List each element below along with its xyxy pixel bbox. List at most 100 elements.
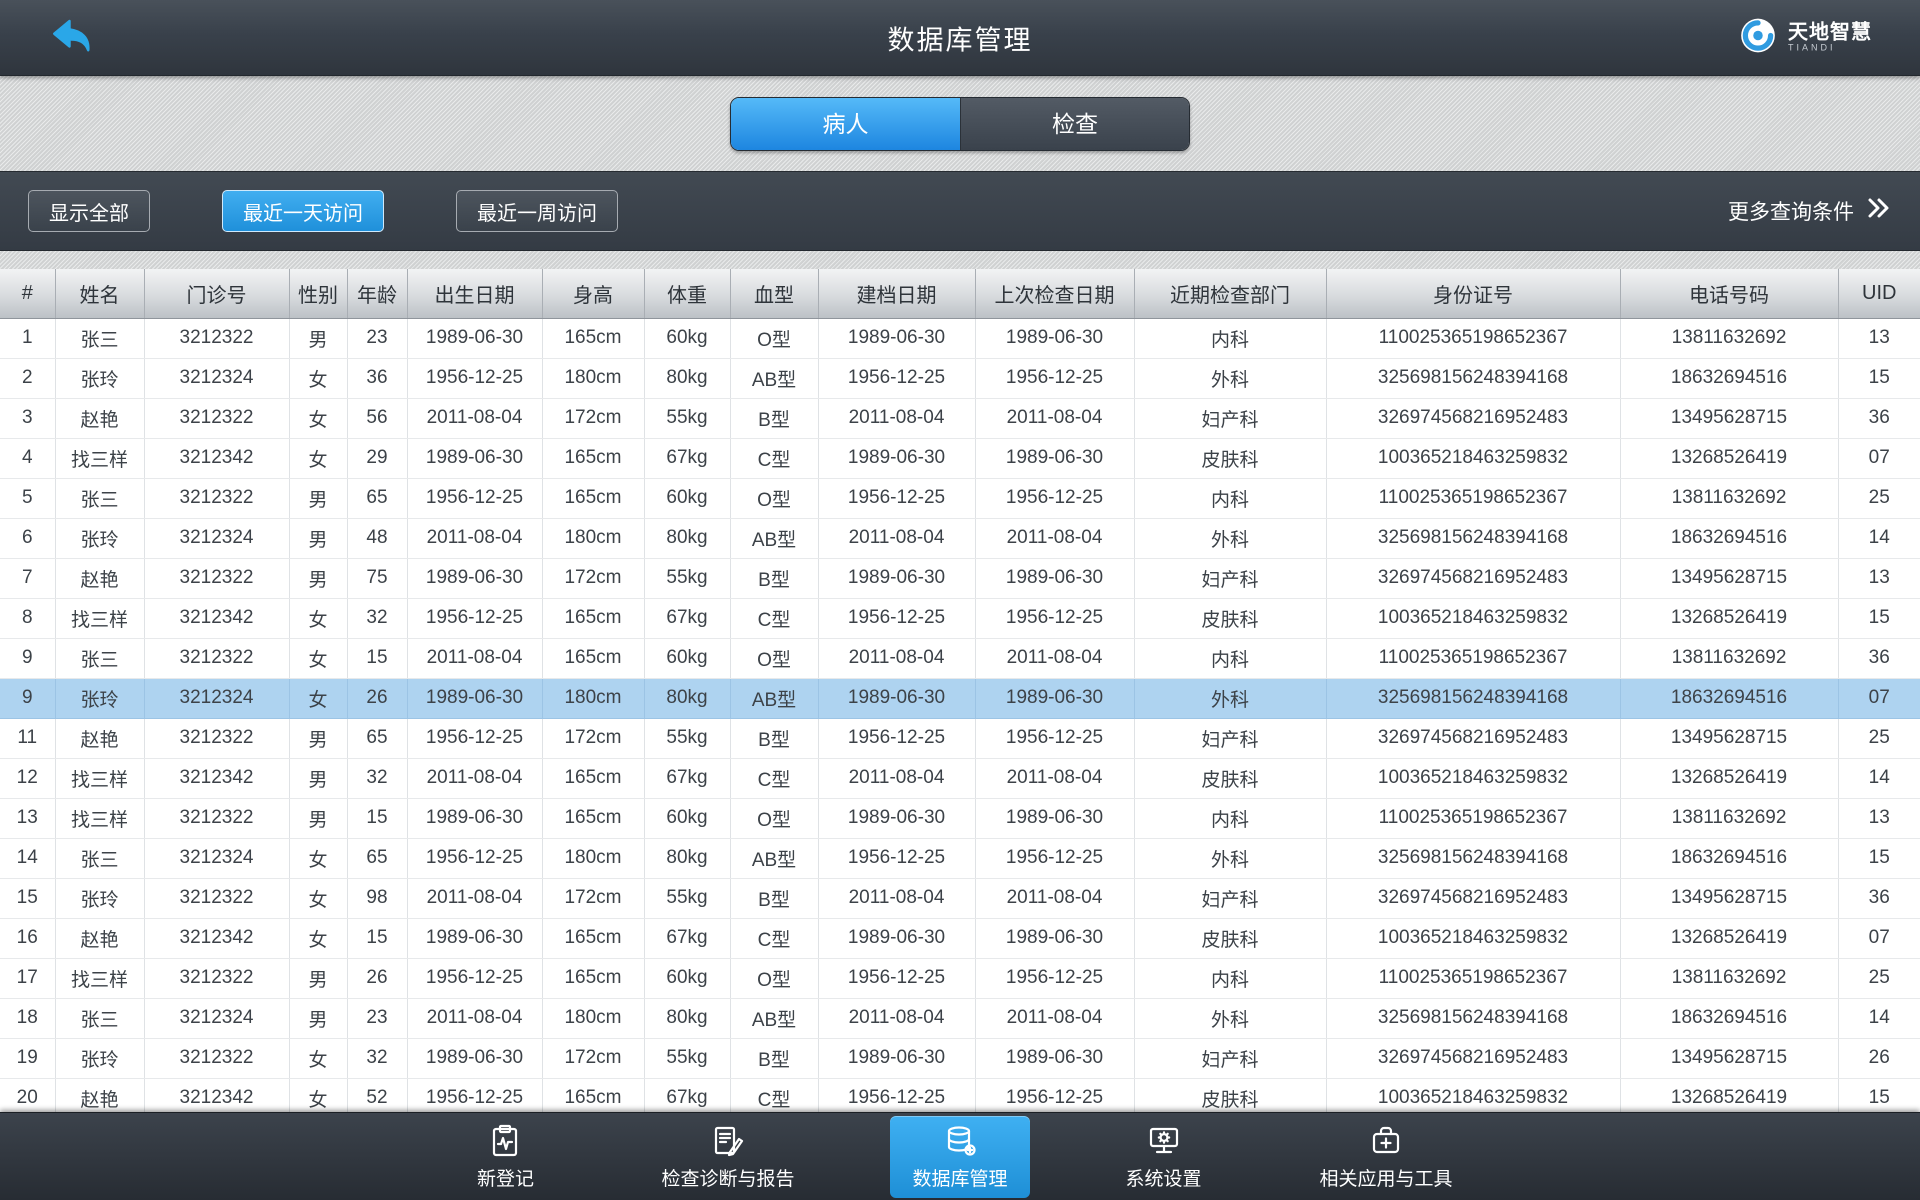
table-cell: 1956-12-25 [818,838,976,879]
filter-last-week-button[interactable]: 最近一周访问 [456,190,618,232]
table-cell: 1956-12-25 [818,598,976,639]
table-row[interactable]: 7 赵艳 3212322 男 75 1989-06-30 172cm 55kg B型 1989-0… [0,558,1920,599]
nav-item-new-registration[interactable]: 新登记 [445,1116,565,1198]
table-row[interactable]: 5 张三 3212322 男 65 1956-12-25 165cm 60kg O型 1956-1… [0,478,1920,519]
nav-item-related-apps-tools[interactable]: 相关应用与工具 [1298,1116,1475,1198]
table-cell: C型 [730,758,819,799]
table-row[interactable]: 17 找三样 3212322 男 26 1956-12-25 165cm 60kg O型 1956… [0,958,1920,999]
table-cell: 16 [0,918,56,959]
table-cell: 1989-06-30 [818,798,976,839]
table-cell: O型 [730,318,819,359]
tab-examinations[interactable]: 检查 [960,98,1189,150]
table-cell: 1989-06-30 [407,1038,543,1079]
table-row[interactable]: 9 张三 3212322 女 15 2011-08-04 165cm 60kg O型 2011-0… [0,638,1920,679]
table-cell: 1989-06-30 [975,438,1135,479]
nav-item-label: 相关应用与工具 [1319,1168,1453,1190]
table-cell: 内科 [1134,638,1327,679]
table-cell: 17 [0,958,56,999]
table-cell: 1989-06-30 [975,1038,1135,1079]
table-cell: 55kg [644,878,731,919]
table-cell: 1956-12-25 [818,718,976,759]
table-row[interactable]: 12 找三样 3212342 男 32 2011-08-04 165cm 67kg C型 2011… [0,758,1920,799]
table-cell: 2011-08-04 [818,758,976,799]
table-cell: 1989-06-30 [407,918,543,959]
table-cell: B型 [730,1038,819,1079]
table-cell: 外科 [1134,518,1327,559]
table-cell: 3212322 [144,798,290,839]
filter-last-day-button[interactable]: 最近一天访问 [222,190,384,232]
table-cell: AB型 [730,358,819,399]
table-cell: 1956-12-25 [407,718,543,759]
table-cell: 皮肤科 [1134,598,1327,639]
table-row[interactable]: 1 张三 3212322 男 23 1989-06-30 165cm 60kg O型 1989-0… [0,318,1920,359]
table-cell: 172cm [542,1038,645,1079]
table-cell: 13 [0,798,56,839]
tab-patients[interactable]: 病人 [731,98,960,150]
table-cell: 180cm [542,358,645,399]
table-cell: 55kg [644,718,731,759]
table-row[interactable]: 14 张三 3212324 女 65 1956-12-25 180cm 80kg AB型 1956… [0,838,1920,879]
table-cell: 内科 [1134,318,1327,359]
table-cell: 1989-06-30 [975,678,1135,719]
table-row[interactable]: 18 张三 3212324 男 23 2011-08-04 180cm 80kg AB型 2011… [0,998,1920,1039]
table-cell: 找三样 [55,958,145,999]
table-row[interactable]: 15 张玲 3212322 女 98 2011-08-04 172cm 55kg B型 2011-… [0,878,1920,919]
nav-item-label: 检查诊断与报告 [661,1168,795,1190]
table-cell: 2011-08-04 [975,878,1135,919]
nav-item-system-settings[interactable]: 系统设置 [1104,1116,1224,1198]
table-cell: 67kg [644,438,731,479]
table-cell: 张三 [55,998,145,1039]
table-cell: 80kg [644,998,731,1039]
table-cell: 1 [0,318,56,359]
table-row[interactable]: 13 找三样 3212322 男 15 1989-06-30 165cm 60kg O型 1989… [0,798,1920,839]
column-header: 电话号码 [1620,269,1839,319]
table-cell: 15 [347,918,408,959]
table-cell: AB型 [730,518,819,559]
table-cell: 3212342 [144,758,290,799]
table-cell: 妇产科 [1134,398,1327,439]
table-cell: 100365218463259832 [1326,758,1621,799]
table-cell: 13268526419 [1620,918,1839,959]
nav-item-exam-diagnosis-report[interactable]: 检查诊断与报告 [639,1116,816,1198]
table-cell: 3212324 [144,358,290,399]
column-header: 身高 [542,269,645,319]
table-cell: 男 [289,718,348,759]
table-row[interactable]: 19 张玲 3212322 女 32 1989-06-30 172cm 55kg B型 1989-… [0,1038,1920,1079]
table-cell: 325698156248394168 [1326,358,1621,399]
nav-item-database-management[interactable]: 数据库管理 [890,1115,1030,1198]
table-row[interactable]: 6 张玲 3212324 男 48 2011-08-04 180cm 80kg AB型 2011-… [0,518,1920,559]
table-cell: 女 [289,878,348,919]
table-cell: 67kg [644,918,731,959]
table-cell: 60kg [644,478,731,519]
table-cell: 18632694516 [1620,518,1839,559]
table-cell: 妇产科 [1134,558,1327,599]
table-cell: 13495628715 [1620,878,1839,919]
table-row[interactable]: 16 赵艳 3212342 女 15 1989-06-30 165cm 67kg C型 1989-… [0,918,1920,959]
table-row[interactable]: 2 张玲 3212324 女 36 1956-12-25 180cm 80kg AB型 1956-… [0,358,1920,399]
table-cell: 妇产科 [1134,718,1327,759]
table-cell: 14 [1838,758,1920,799]
table-cell: 165cm [542,438,645,479]
table-cell: 326974568216952483 [1326,558,1621,599]
table-cell: 张三 [55,838,145,879]
table-cell: 55kg [644,558,731,599]
table-cell: 1989-06-30 [818,318,976,359]
table-cell: 18632694516 [1620,358,1839,399]
table-row[interactable]: 9 张玲 3212324 女 26 1989-06-30 180cm 80kg AB型 1989-… [0,678,1920,719]
table-cell: 13811632692 [1620,638,1839,679]
more-query-conditions-link[interactable]: 更多查询条件 [1728,196,1892,226]
report-pen-icon [710,1123,746,1159]
table-row[interactable]: 8 找三样 3212342 女 32 1956-12-25 165cm 67kg C型 1956-… [0,598,1920,639]
table-cell: 2011-08-04 [975,398,1135,439]
table-row[interactable]: 4 找三样 3212342 女 29 1989-06-30 165cm 67kg C型 1989-… [0,438,1920,479]
table-cell: AB型 [730,998,819,1039]
filter-show-all-button[interactable]: 显示全部 [28,190,150,232]
table-row[interactable]: 11 赵艳 3212322 男 65 1956-12-25 172cm 55kg B型 1956-… [0,718,1920,759]
back-button[interactable] [44,14,100,62]
table-cell: 女 [289,638,348,679]
table-cell: 2011-08-04 [975,518,1135,559]
table-cell: 3212322 [144,558,290,599]
table-cell: 2011-08-04 [407,638,543,679]
brand-logo-icon [1738,15,1778,60]
table-row[interactable]: 3 赵艳 3212322 女 56 2011-08-04 172cm 55kg B型 2011-0… [0,398,1920,439]
